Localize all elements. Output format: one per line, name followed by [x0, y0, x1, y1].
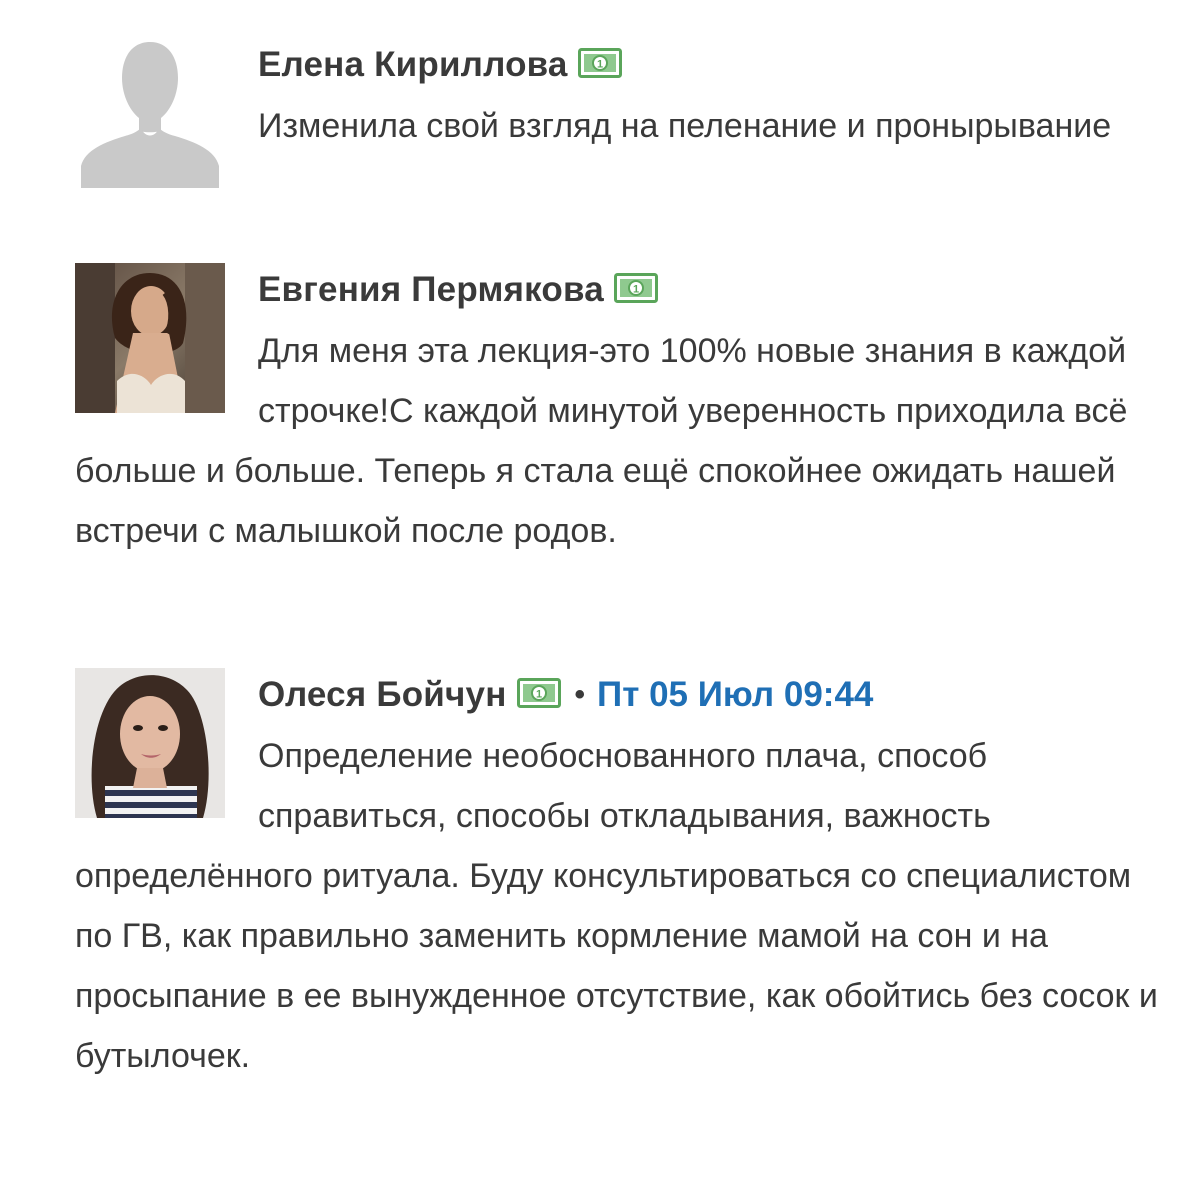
comment-header: Олеся Бойчун 1 • Пт 05 Июл 09:44 [258, 670, 1165, 720]
author-name[interactable]: Евгения Пермякова [258, 270, 604, 310]
author-name[interactable]: Елена Кириллова [258, 45, 568, 85]
user-photo-icon [75, 263, 225, 413]
comment-header: Евгения Пермякова 1 [258, 265, 1165, 315]
user-photo-icon [75, 668, 225, 818]
comment-text: Изменила свой взгляд на пеленание и прон… [258, 107, 1112, 145]
comment-text: Для меня эта лекция-это 100% новые знани… [75, 332, 1128, 550]
svg-text:1: 1 [535, 689, 541, 701]
separator-dot: • [574, 678, 586, 711]
money-banknote-icon: 1 [577, 48, 622, 78]
default-avatar-silhouette-icon [75, 38, 225, 188]
comments-feed: Елена Кириллова 1 Изменила свой взгляд н… [0, 0, 1200, 1200]
svg-text:1: 1 [597, 59, 603, 71]
avatar[interactable] [75, 38, 225, 188]
money-banknote-icon: 1 [516, 678, 561, 708]
avatar[interactable] [75, 668, 225, 818]
comment-item: Елена Кириллова 1 Изменила свой взгляд н… [75, 38, 1165, 190]
avatar[interactable] [75, 263, 225, 413]
comment-header: Елена Кириллова 1 [258, 40, 1165, 90]
comment-item: Евгения Пермякова 1 Для меня эта лекция-… [75, 263, 1165, 561]
money-banknote-icon: 1 [613, 273, 658, 303]
author-name[interactable]: Олеся Бойчун [258, 675, 507, 715]
comment-text: Определение необоснованного плача, спосо… [75, 737, 1158, 1075]
comment-timestamp-link[interactable]: Пт 05 Июл 09:44 [597, 675, 873, 715]
comment-item: Олеся Бойчун 1 • Пт 05 Июл 09:44 Определ… [75, 668, 1165, 1086]
svg-text:1: 1 [633, 284, 639, 296]
